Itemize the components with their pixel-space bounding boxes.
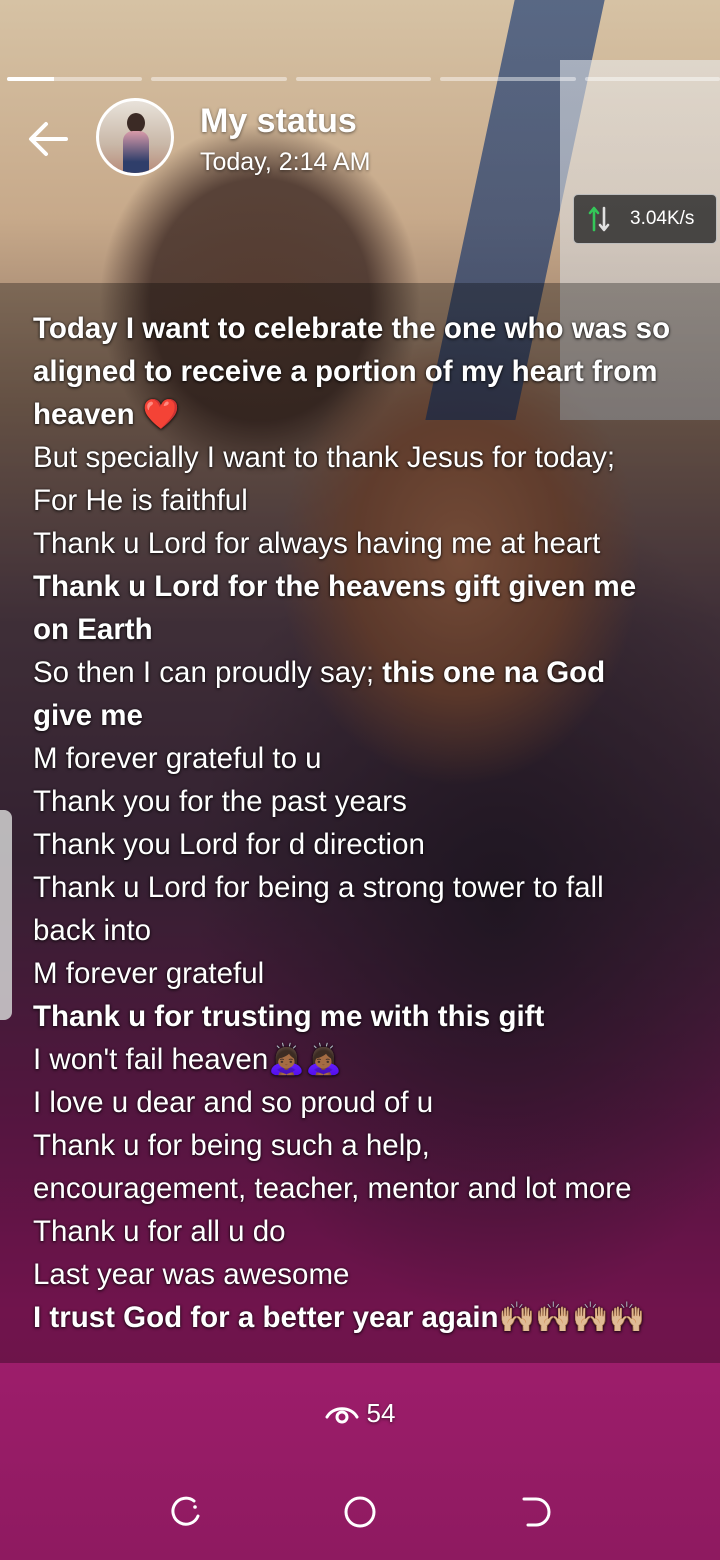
- home-icon: [344, 1496, 376, 1528]
- status-progress-bar: [7, 77, 720, 82]
- view-count-value: 54: [366, 1398, 396, 1428]
- caption-line: For He is faithful: [33, 479, 713, 522]
- caption-bold-text: this one na God: [382, 656, 606, 689]
- caption-bold-text: aligned to receive a portion of my heart…: [33, 355, 658, 388]
- status-viewer: My status Today, 2:14 AM 3.04K/s Today I…: [0, 0, 720, 1560]
- caption-line: Thank u for being such a help,: [33, 1124, 713, 1167]
- caption-line: Thank you Lord for d direction: [33, 823, 713, 866]
- caption-text: encouragement, teacher, mentor and lot m…: [33, 1172, 632, 1205]
- caption-text: Thank u for being such a help,: [33, 1129, 430, 1162]
- caption-line: I love u dear and so proud of u: [33, 1081, 713, 1124]
- caption-line: aligned to receive a portion of my heart…: [33, 350, 713, 393]
- caption-line: Today I want to celebrate the one who wa…: [33, 307, 713, 350]
- edge-panel-handle[interactable]: [0, 810, 12, 1020]
- progress-segment: [151, 77, 287, 81]
- caption-line: But specially I want to thank Jesus for …: [33, 436, 713, 479]
- caption-text: I won't fail heaven🙇🏾‍♀️🙇🏾‍♀️: [33, 1043, 342, 1076]
- net-speed-indicator: 3.04K/s: [573, 194, 717, 244]
- status-caption: Today I want to celebrate the one who wa…: [33, 307, 713, 1339]
- system-back-button[interactable]: [510, 1488, 558, 1536]
- progress-segment: [584, 77, 720, 81]
- caption-bold-text: I trust God for a better year again🙌🏼🙌🏼🙌…: [33, 1301, 646, 1334]
- status-header: My status Today, 2:14 AM: [0, 96, 720, 186]
- caption-line: on Earth: [33, 608, 713, 651]
- avatar[interactable]: [96, 98, 174, 176]
- caption-line: Thank u for all u do: [33, 1210, 713, 1253]
- caption-line: Thank u Lord for always having me at hea…: [33, 522, 713, 565]
- progress-segment: [295, 77, 432, 81]
- status-title: My status: [200, 102, 357, 140]
- caption-line: Thank u Lord for the heavens gift given …: [33, 565, 713, 608]
- caption-bold-text: on Earth: [33, 613, 153, 646]
- caption-text: Last year was awesome: [33, 1258, 350, 1291]
- caption-text: Thank u Lord for always having me at hea…: [33, 527, 601, 560]
- caption-text: M forever grateful to u: [33, 742, 322, 775]
- caption-text: M forever grateful: [33, 957, 265, 990]
- caption-text: I love u dear and so proud of u: [33, 1086, 434, 1119]
- caption-bold-text: heaven ❤️: [33, 398, 180, 431]
- caption-text: Thank you for the past years: [33, 785, 407, 818]
- system-navbar: [0, 1460, 720, 1560]
- net-speed-value: 3.04K/s: [630, 208, 695, 229]
- caption-text: Thank u for all u do: [33, 1215, 286, 1248]
- caption-text: But specially I want to thank Jesus for …: [33, 441, 616, 474]
- caption-line: I trust God for a better year again🙌🏼🙌🏼🙌…: [33, 1296, 713, 1339]
- caption-text: So then I can proudly say;: [33, 656, 383, 689]
- back-button[interactable]: [22, 114, 72, 164]
- caption-bold-text: Thank u Lord for the heavens gift given …: [33, 570, 637, 603]
- caption-line: M forever grateful: [33, 952, 713, 995]
- recent-apps-button[interactable]: [162, 1488, 210, 1536]
- caption-text: Thank u Lord for being a strong tower to…: [33, 871, 604, 904]
- up-down-arrows-icon: [584, 204, 614, 234]
- caption-line: M forever grateful to u: [33, 737, 713, 780]
- caption-line: back into: [33, 909, 713, 952]
- caption-line: I won't fail heaven🙇🏾‍♀️🙇🏾‍♀️: [33, 1038, 713, 1081]
- status-timestamp: Today, 2:14 AM: [200, 148, 371, 176]
- home-button[interactable]: [336, 1488, 384, 1536]
- caption-line: encouragement, teacher, mentor and lot m…: [33, 1167, 713, 1210]
- eye-icon: [325, 1406, 359, 1423]
- caption-line: So then I can proudly say; this one na G…: [33, 651, 713, 694]
- caption-line: Thank u Lord for being a strong tower to…: [33, 866, 713, 909]
- back-nav-icon: [522, 1497, 551, 1527]
- caption-bold-text: Thank u for trusting me with this gift: [33, 1000, 545, 1033]
- caption-line: Thank u for trusting me with this gift: [33, 995, 713, 1038]
- caption-line: Last year was awesome: [33, 1253, 713, 1296]
- caption-line: give me: [33, 694, 713, 737]
- caption-bold-text: give me: [33, 699, 143, 732]
- caption-line: Thank you for the past years: [33, 780, 713, 823]
- caption-text: back into: [33, 914, 152, 947]
- caption-text: Thank you Lord for d direction: [33, 828, 425, 861]
- caption-bold-text: Today I want to celebrate the one who wa…: [33, 312, 671, 345]
- view-count[interactable]: 54: [0, 1398, 720, 1429]
- progress-segment: [7, 77, 143, 81]
- caption-text: For He is faithful: [33, 484, 248, 517]
- progress-segment-fill: [7, 77, 55, 81]
- progress-segment: [440, 77, 576, 81]
- caption-line: heaven ❤️: [33, 393, 713, 436]
- arrow-left-icon: [29, 122, 68, 156]
- recent-apps-icon: [171, 1496, 200, 1526]
